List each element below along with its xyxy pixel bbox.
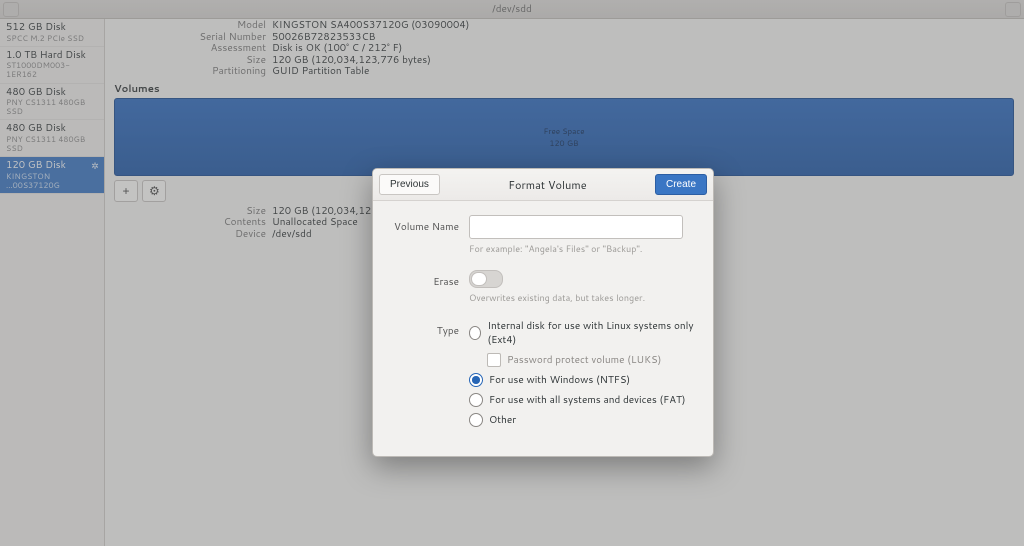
type-luks-checkbox[interactable]: Password protect volume (LUKS) (487, 353, 695, 367)
erase-hint: Overwrites existing data, but takes long… (469, 291, 695, 304)
erase-label: Erase (385, 270, 469, 289)
volume-name-hint: For example: "Angela's Files" or "Backup… (469, 242, 695, 255)
format-volume-dialog: Previous Format Volume Create Volume Nam… (372, 168, 714, 457)
dialog-title: Format Volume (440, 177, 655, 193)
erase-switch[interactable] (469, 270, 503, 288)
dialog-header: Previous Format Volume Create (373, 169, 713, 201)
type-option-ntfs[interactable]: For use with Windows (NTFS) (469, 373, 695, 387)
previous-button[interactable]: Previous (379, 174, 440, 195)
create-button[interactable]: Create (655, 174, 707, 195)
type-option-ext4[interactable]: Internal disk for use with Linux systems… (469, 319, 695, 347)
type-label: Type (385, 319, 469, 338)
volume-name-label: Volume Name (385, 215, 469, 234)
volume-name-input[interactable] (469, 215, 683, 239)
dialog-body: Volume Name For example: "Angela's Files… (373, 201, 713, 456)
type-option-fat[interactable]: For use with all systems and devices (FA… (469, 393, 695, 407)
type-radio-group: Internal disk for use with Linux systems… (469, 319, 695, 433)
type-option-other[interactable]: Other (469, 413, 695, 427)
